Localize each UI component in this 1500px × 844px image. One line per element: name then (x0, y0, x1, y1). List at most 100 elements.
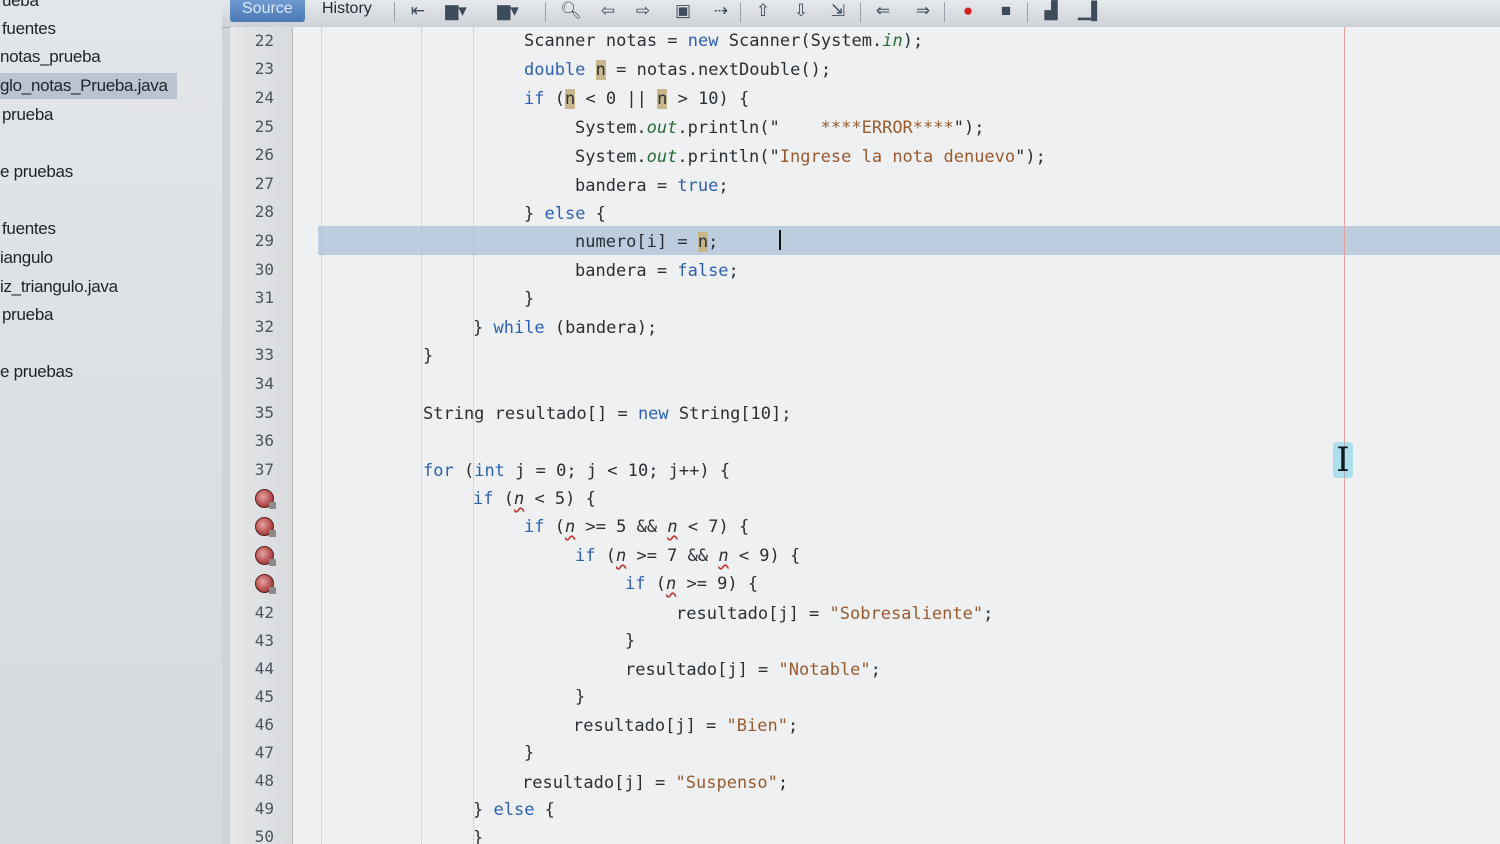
find-previous-icon[interactable]: ⇦ (597, 2, 619, 22)
code-line-48: resultado[j] = "Suspenso"; (522, 773, 789, 793)
tree-item-notas-prueba[interactable]: notas_prueba (0, 44, 101, 70)
uncomment-icon[interactable]: ▁▌ (1078, 2, 1103, 22)
code-line-23: double n = notas.nextDouble(); (524, 60, 832, 80)
line-number: 24 (254, 88, 274, 107)
toggle-highlight-icon[interactable]: ▣ (672, 2, 694, 22)
line-number: 33 (254, 345, 274, 364)
code-line-29: numero[i] = n; (575, 232, 719, 252)
line-number: 44 (254, 659, 274, 678)
code-editor[interactable]: Scanner notas = new Scanner(System.in); … (293, 27, 1500, 844)
line-number: 32 (254, 317, 274, 336)
tab-source[interactable]: Source (230, 0, 305, 22)
line-number: 31 (254, 288, 274, 307)
start-macro-recording-icon[interactable]: ● (957, 2, 979, 22)
line-number: 22 (254, 31, 274, 50)
tree-item-triangulo-java[interactable]: iz_triangulo.java (0, 274, 118, 300)
indent-guide (421, 27, 422, 844)
line-number: 27 (254, 174, 274, 193)
search-icon[interactable]: 🔍︎ (560, 2, 582, 22)
code-line-43: } (625, 631, 636, 651)
shift-left-icon[interactable]: ⇐ (872, 2, 894, 22)
stop-macro-recording-icon[interactable]: ■ (995, 2, 1017, 22)
tree-item-prueba-2[interactable]: prueba (2, 302, 53, 328)
code-line-33: } (423, 346, 434, 366)
tree-item-prueba[interactable]: prueba (2, 102, 53, 128)
tree-item-pruebas-2[interactable]: e pruebas (0, 359, 73, 385)
ibeam-cursor-icon: I (1333, 442, 1353, 478)
last-edit-icon[interactable]: ⇤ (407, 2, 429, 22)
code-line-39: if (n >= 5 && n < 7) { (524, 517, 750, 537)
line-number: 46 (254, 715, 274, 734)
line-number: 34 (254, 374, 274, 393)
toolbar-separator (740, 2, 741, 22)
code-line-26: System.out.println("Ingrese la nota denu… (575, 147, 1046, 167)
text-caret (779, 230, 781, 250)
code-line-50: } (473, 828, 484, 844)
indent-guide (473, 27, 474, 844)
tree-item-fuentes[interactable]: fuentes (2, 16, 56, 42)
code-line-41: if (n >= 9) { (625, 574, 759, 594)
warning-annotation-icon[interactable] (255, 517, 276, 537)
warning-annotation-icon[interactable] (255, 489, 276, 509)
line-number: 42 (254, 603, 274, 622)
code-line-44: resultado[j] = "Notable"; (625, 660, 881, 680)
line-number: 50 (254, 827, 274, 844)
line-number: 25 (254, 117, 274, 136)
code-line-47: } (524, 743, 535, 763)
code-line-28: } else { (524, 204, 606, 224)
tree-item-selected-file[interactable]: glo_notas_Prueba.java (0, 73, 177, 99)
line-number: 37 (254, 460, 274, 479)
right-margin-line (1344, 27, 1345, 844)
line-number: 35 (254, 403, 274, 422)
toolbar-separator (860, 2, 861, 22)
code-line-30: bandera = false; (575, 261, 739, 281)
line-number: 45 (254, 687, 274, 706)
toggle-selection-icon[interactable]: ⇢ (710, 2, 732, 22)
warning-annotation-icon[interactable] (255, 546, 276, 566)
current-line-highlight (318, 226, 1500, 255)
line-number: 30 (254, 260, 274, 279)
line-number-gutter[interactable]: 22 23 24 25 26 27 28 29 30 31 32 33 34 3… (230, 27, 293, 844)
line-number: 36 (254, 431, 274, 450)
code-line-27: bandera = true; (575, 176, 729, 196)
editor-toolbar: Source History ⇤ ▆▾ ▆▾ 🔍︎ ⇦ ⇨ ▣ ⇢ ⇧ ⇩ ⇲ … (222, 0, 1500, 28)
tree-item[interactable]: ueba (2, 0, 39, 14)
find-next-icon[interactable]: ⇨ (632, 2, 654, 22)
line-number: 48 (254, 771, 274, 790)
code-line-22: Scanner notas = new Scanner(System.in); (524, 31, 924, 51)
comment-icon[interactable]: ▟ (1040, 2, 1062, 22)
code-line-37: for (int j = 0; j < 10; j++) { (423, 461, 731, 481)
line-number: 47 (254, 743, 274, 762)
editor-panel: Source History ⇤ ▆▾ ▆▾ 🔍︎ ⇦ ⇨ ▣ ⇢ ⇧ ⇩ ⇲ … (222, 0, 1500, 844)
warning-annotation-icon[interactable] (255, 574, 276, 594)
code-line-35: String resultado[] = new String[10]; (423, 404, 792, 424)
tree-item-triangulo[interactable]: iangulo (0, 245, 53, 271)
code-line-38: if (n < 5) { (473, 489, 596, 509)
back-icon[interactable]: ▆▾ (445, 2, 467, 22)
code-line-40: if (n >= 7 && n < 9) { (575, 546, 801, 566)
code-line-42: resultado[j] = "Sobresaliente"; (676, 604, 994, 624)
shift-right-icon[interactable]: ⇒ (912, 2, 934, 22)
code-line-31: } (524, 289, 535, 309)
next-bookmark-icon[interactable]: ⇩ (790, 2, 812, 22)
forward-icon[interactable]: ▆▾ (497, 2, 519, 22)
tab-history[interactable]: History (310, 0, 384, 22)
line-number: 29 (254, 231, 274, 250)
line-number: 23 (254, 59, 274, 78)
toolbar-separator (394, 2, 395, 22)
tree-item-pruebas[interactable]: e pruebas (0, 159, 73, 185)
toolbar-separator (1027, 2, 1028, 22)
previous-bookmark-icon[interactable]: ⇧ (752, 2, 774, 22)
tree-item-fuentes-2[interactable]: fuentes (2, 216, 56, 242)
toolbar-separator (944, 2, 945, 22)
code-line-46: resultado[j] = "Bien"; (573, 716, 799, 736)
code-line-24: if (n < 0 || n > 10) { (524, 89, 750, 109)
toolbar-separator (545, 2, 546, 22)
code-line-32: } while (bandera); (473, 318, 658, 338)
code-line-25: System.out.println(" ****ERROR****"); (575, 118, 985, 138)
toggle-bookmark-icon[interactable]: ⇲ (827, 2, 849, 22)
line-number: 43 (254, 631, 274, 650)
project-tree-sidebar: ueba fuentes notas_prueba glo_notas_Prue… (0, 0, 223, 844)
indent-guide (321, 27, 322, 844)
code-line-49: } else { (473, 800, 555, 820)
